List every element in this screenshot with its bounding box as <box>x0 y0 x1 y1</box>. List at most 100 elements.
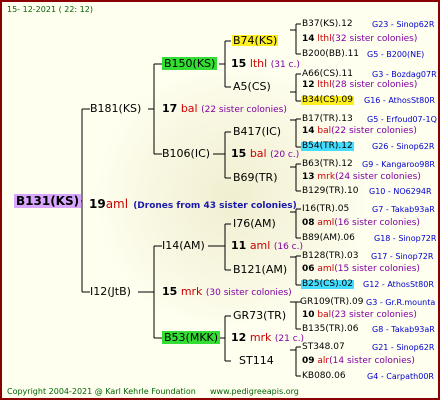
dd-num: 12 <box>231 331 247 344</box>
g4-breeder-code: G16 - AthosSt80R <box>364 96 435 105</box>
sire-num: 17 <box>162 102 178 115</box>
sire-count: (22 sister colonies) <box>201 105 287 115</box>
dam-info: 15 mrk (30 sister colonies) <box>162 286 292 298</box>
dam-count: (30 sister colonies) <box>205 288 292 298</box>
sd-queen[interactable]: B106(IC) <box>162 148 210 159</box>
g4-queen[interactable]: B54(TR).12 <box>301 142 354 151</box>
g4-breeder-code: G3 - Bozdag07R <box>372 70 437 79</box>
g4-queen[interactable]: GR109(TR).09 <box>300 298 364 307</box>
drone-info: 19aml (Drones from 43 sister colonies) <box>89 195 297 211</box>
g4-breeder-code: G26 - Sinop62R <box>372 142 435 151</box>
g4-breeder-code: G7 - Takab93aR <box>372 205 435 214</box>
g4-breeder-code: G17 - Sinop72R <box>371 252 434 261</box>
g3-info: 10 bal(23 sister colonies) <box>302 311 417 320</box>
sire-info: 17 bal (22 sister colonies) <box>162 103 287 115</box>
g3-count: (28 sister colonies) <box>331 80 418 90</box>
g4-breeder-code: G5 - B200(NE) <box>367 50 425 59</box>
dam-abbr: mrk <box>180 285 203 298</box>
g3-num: 10 <box>302 310 315 320</box>
g4-breeder-code: G9 - Kangaroo98R <box>362 160 435 169</box>
sd-abbr: bal <box>249 147 267 160</box>
pedigree-panel: 15- 12-2021 ( 22: 12) B131(KS) 19aml (Dr… <box>0 0 440 400</box>
g3-num: 13 <box>302 172 315 182</box>
website-link[interactable]: www.pedigreeapis.org <box>210 388 299 396</box>
ss-abbr: lthl <box>249 57 268 70</box>
g4-breeder-code: G18 - Sinop72R <box>374 234 437 243</box>
g4-queen[interactable]: KB080.06 <box>302 372 346 381</box>
dd-abbr: mrk <box>249 331 272 344</box>
dd-info: 12 mrk (21 c.) <box>231 332 304 344</box>
g4-queen[interactable]: B135(TR).06 <box>302 325 358 334</box>
g3-queen[interactable]: ST114 <box>239 355 274 366</box>
g3-queen[interactable]: B417(IC) <box>233 126 281 137</box>
g3-num: 09 <box>302 356 315 366</box>
g4-breeder-code: G8 - Takab93aR <box>372 325 435 334</box>
g4-queen[interactable]: ST348.07 <box>302 343 345 352</box>
g3-info: 14 lthl(32 sister colonies) <box>302 35 417 44</box>
ss-queen[interactable]: B150(KS) <box>162 57 218 70</box>
g4-queen[interactable]: I16(TR).05 <box>302 205 349 214</box>
g3-count: (15 sister colonies) <box>334 264 420 274</box>
g4-breeder-code: G12 - AthosSt80R <box>363 280 434 289</box>
g3-num: 14 <box>302 34 315 44</box>
g3-count: (22 sister colonies) <box>331 126 417 136</box>
g3-abbr: bal <box>317 310 332 320</box>
g3-abbr: alr <box>317 356 330 366</box>
sire-abbr: bal <box>180 102 198 115</box>
g4-queen[interactable]: B128(TR).03 <box>302 252 358 261</box>
ds-queen[interactable]: I14(AM) <box>162 240 205 251</box>
ds-info: 11 aml (16 c.) <box>231 240 303 252</box>
ss-count: (31 c.) <box>270 60 300 70</box>
ds-abbr: aml <box>249 239 271 252</box>
g3-queen[interactable]: B74(KS) <box>232 35 279 46</box>
ds-count: (16 c.) <box>273 242 303 252</box>
g3-abbr: bal <box>317 126 332 136</box>
g4-queen[interactable]: B200(BB).11 <box>302 50 359 59</box>
g4-queen[interactable]: B34(CS).09 <box>301 96 354 105</box>
g3-num: 12 <box>302 80 315 90</box>
g3-queen[interactable]: A5(CS) <box>233 81 271 92</box>
drone-count: (Drones from 43 sister colonies) <box>133 201 297 211</box>
g3-queen[interactable]: B69(TR) <box>233 172 278 183</box>
sire-queen[interactable]: B181(KS) <box>90 103 141 114</box>
copyright-notice: Copyright 2004-2021 @ Karl Kehrle Founda… <box>7 387 196 396</box>
sd-info: 15 bal (20 c.) <box>231 148 299 160</box>
sd-num: 15 <box>231 147 247 160</box>
g3-info: 14 bal(22 sister colonies) <box>302 127 417 136</box>
g3-abbr: lthl <box>317 80 332 90</box>
ds-num: 11 <box>231 239 247 252</box>
g3-count: (23 sister colonies) <box>331 310 417 320</box>
g3-queen[interactable]: I76(AM) <box>233 218 276 229</box>
g3-info: 08 aml(16 sister colonies) <box>302 219 420 228</box>
g3-info: 09 alr(14 sister colonies) <box>302 357 415 366</box>
dam-num: 15 <box>162 285 178 298</box>
g3-queen[interactable]: GR73(TR) <box>233 310 286 321</box>
g3-num: 14 <box>302 126 315 136</box>
g3-abbr: lthl <box>317 34 332 44</box>
g3-info: 12 lthl(28 sister colonies) <box>302 81 417 90</box>
g4-queen[interactable]: B63(TR).12 <box>302 160 353 169</box>
g3-count: (14 sister colonies) <box>329 356 415 366</box>
g4-queen[interactable]: B89(AM).06 <box>302 234 355 243</box>
g4-queen[interactable]: B17(TR).13 <box>302 115 353 124</box>
g4-queen[interactable]: B129(TR).10 <box>302 187 358 196</box>
g4-breeder-code: G21 - Sinop62R <box>372 343 435 352</box>
g4-breeder-code: G4 - Carpath00R <box>367 372 434 381</box>
dd-queen[interactable]: B53(MKK) <box>162 331 221 344</box>
g3-count: (24 sister colonies) <box>335 172 421 182</box>
g3-info: 06 aml(15 sister colonies) <box>302 265 420 274</box>
ss-num: 15 <box>231 57 247 70</box>
root-queen[interactable]: B131(KS) <box>14 194 82 208</box>
g3-count: (32 sister colonies) <box>331 34 418 44</box>
g3-abbr: mrk <box>317 172 336 182</box>
report-date: 15- 12-2021 ( 22: 12) <box>7 5 93 14</box>
g4-breeder-code: G23 - Sinop62R <box>372 20 435 29</box>
g3-queen[interactable]: B121(AM) <box>233 264 287 275</box>
g4-queen[interactable]: B37(KS).12 <box>302 20 353 29</box>
dam-queen[interactable]: I12(JtB) <box>90 286 131 297</box>
g3-info: 13 mrk(24 sister colonies) <box>302 173 421 182</box>
g4-queen[interactable]: B25(CS).02 <box>301 280 354 289</box>
g4-queen[interactable]: A66(CS).11 <box>302 70 353 79</box>
g4-breeder-code: G10 - NO6294R <box>369 187 432 196</box>
g4-breeder-code: G5 - Erfoud07-1Q <box>367 115 437 124</box>
